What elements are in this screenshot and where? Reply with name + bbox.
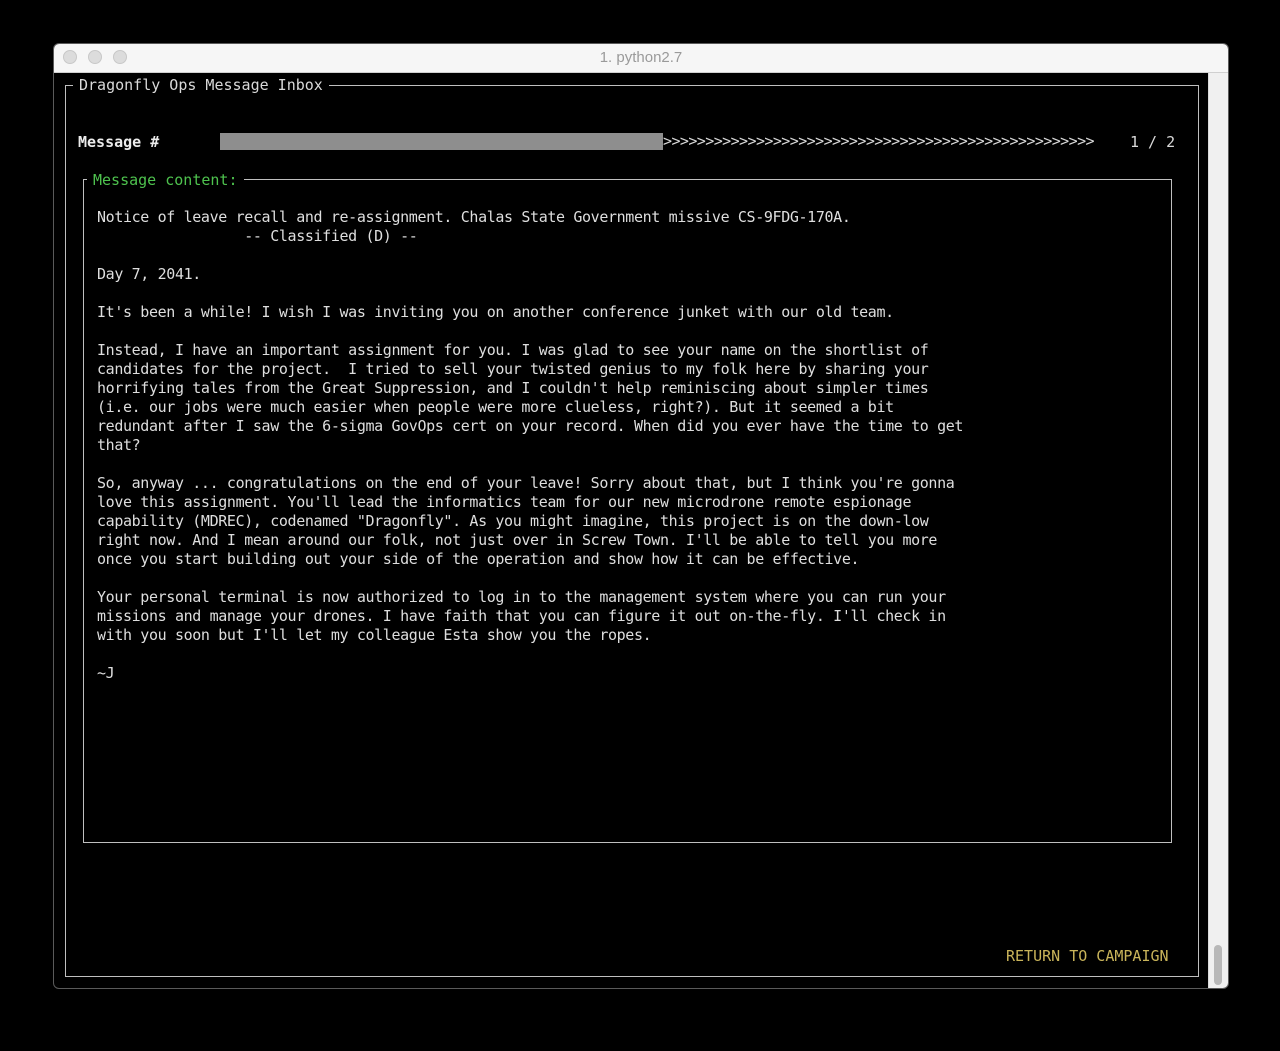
window-title: 1. python2.7 — [599, 49, 683, 66]
inbox-title: Dragonfly Ops Message Inbox — [73, 76, 329, 94]
page-indicator: 1 / 2 — [1130, 133, 1176, 151]
message-body: Notice of leave recall and re-assignment… — [97, 208, 964, 682]
scrollbar-thumb[interactable] — [1214, 945, 1222, 985]
terminal-window: 1. python2.7 Dragonfly Ops Message Inbox… — [53, 43, 1229, 989]
message-progress-slider[interactable]: >>>>>>>>>>>>>>>>>>>>>>>>>>>>>>>>>>>>>>>>… — [220, 132, 1100, 150]
return-to-campaign-button[interactable]: RETURN TO CAMPAIGN — [1006, 947, 1169, 965]
progress-arrows: >>>>>>>>>>>>>>>>>>>>>>>>>>>>>>>>>>>>>>>>… — [663, 132, 1095, 150]
message-number-label: Message # — [78, 133, 160, 151]
scrollbar[interactable] — [1208, 73, 1228, 988]
message-content-title: Message content: — [87, 171, 244, 189]
terminal-screen: Dragonfly Ops Message Inbox Message # >>… — [54, 73, 1208, 988]
progress-fill — [220, 133, 663, 150]
window-titlebar: 1. python2.7 — [54, 44, 1228, 73]
